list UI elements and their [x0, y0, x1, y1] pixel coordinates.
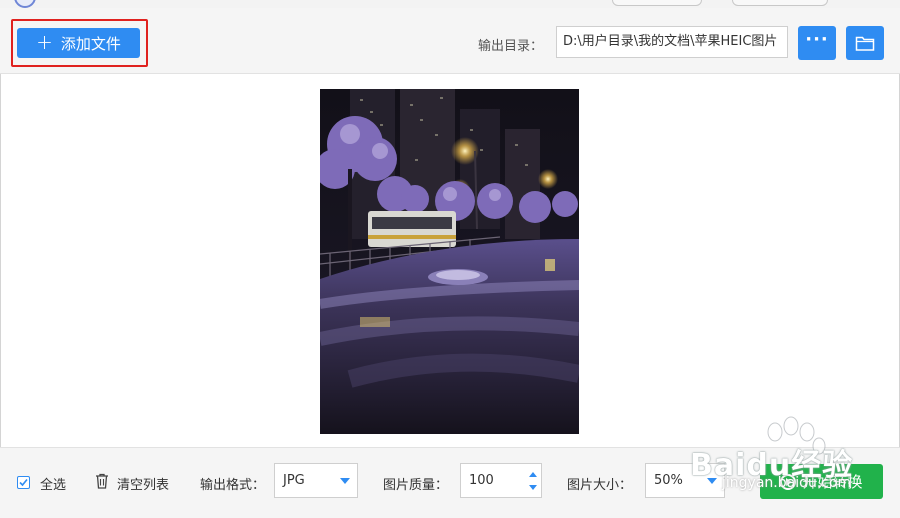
- snow-night-photo: [320, 89, 579, 434]
- trash-icon[interactable]: [95, 473, 109, 489]
- stepper-down-icon[interactable]: [529, 485, 537, 490]
- more-dots-icon: ···: [805, 29, 829, 50]
- output-format-value: JPG: [283, 473, 305, 488]
- browse-more-button[interactable]: ···: [798, 26, 836, 60]
- select-all-checkbox[interactable]: [17, 476, 30, 489]
- select-all-label[interactable]: 全选: [40, 474, 66, 493]
- watermark-subtext: jingyan.baidu.com: [722, 475, 852, 491]
- folder-icon: [855, 36, 875, 51]
- image-preview: [320, 89, 579, 434]
- quality-label: 图片质量：: [383, 478, 449, 493]
- toolbar: + 添加文件 输出目录： D:\用户目录\我的文档\苹果HEIC图片 ···: [0, 8, 900, 74]
- output-dir-label: 输出目录：: [478, 39, 544, 54]
- size-label: 图片大小：: [567, 478, 633, 493]
- open-folder-button[interactable]: [846, 26, 884, 60]
- quality-value: 100: [469, 473, 494, 488]
- plus-icon: +: [36, 30, 53, 54]
- app-logo-icon: [14, 0, 36, 8]
- quality-stepper[interactable]: 100: [460, 463, 542, 498]
- check-icon: [19, 478, 28, 487]
- size-value: 50%: [654, 473, 683, 488]
- chevron-down-icon: [340, 478, 350, 484]
- title-bar: [0, 0, 900, 8]
- top-tab-left[interactable]: [612, 0, 702, 6]
- add-file-button[interactable]: + 添加文件: [17, 28, 140, 58]
- add-file-label: 添加文件: [60, 34, 121, 53]
- output-dir-field[interactable]: D:\用户目录\我的文档\苹果HEIC图片: [556, 26, 788, 58]
- output-format-label: 输出格式：: [200, 478, 266, 493]
- output-format-select[interactable]: JPG: [274, 463, 358, 498]
- top-tab-right[interactable]: [732, 0, 828, 6]
- stepper-up-icon[interactable]: [529, 472, 537, 477]
- clear-list-button[interactable]: 清空列表: [117, 474, 169, 493]
